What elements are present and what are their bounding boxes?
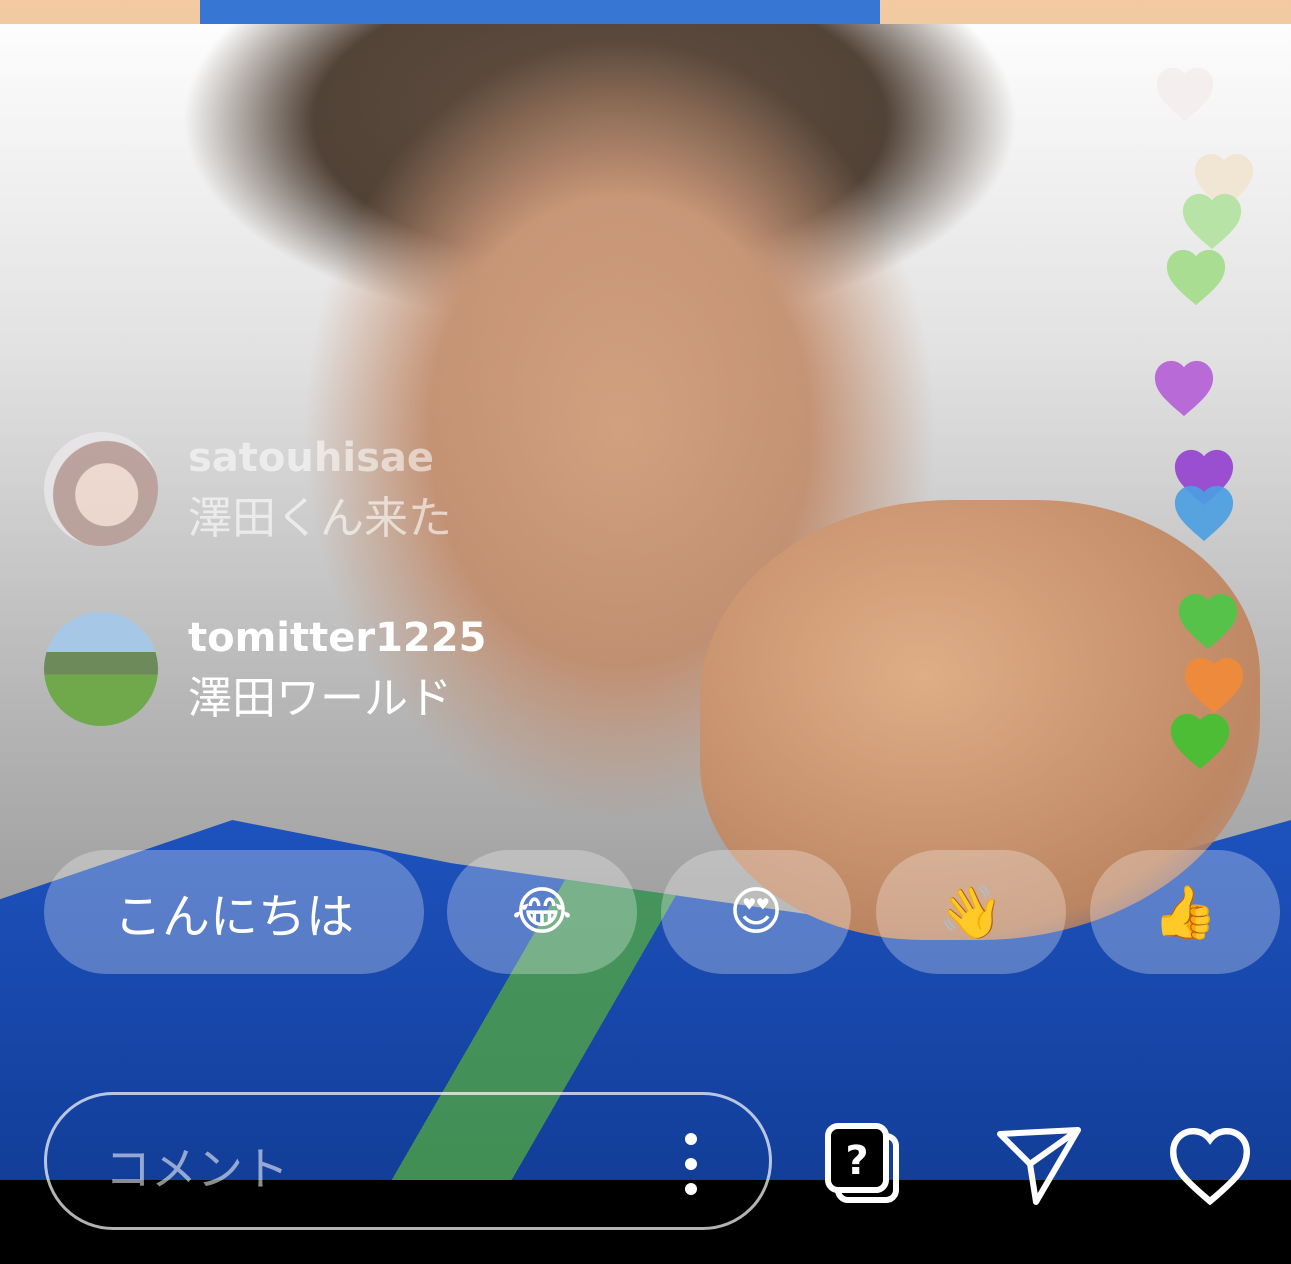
quick-reply-thumbs-up-button[interactable]: 👍 [1090, 850, 1280, 974]
avatar[interactable] [44, 432, 158, 546]
thumbs-up-emoji-icon: 👍 [1152, 882, 1218, 943]
laughing-emoji-icon: 😂 [511, 882, 573, 942]
comment-message: 澤田くん来た [188, 493, 452, 544]
quick-reply-heart-eyes-button[interactable]: 😍 [661, 850, 851, 974]
live-video [0, 0, 1291, 1180]
comment-placeholder: コメント [105, 1142, 289, 1196]
svg-text:?: ? [845, 1138, 868, 1184]
live-comment: tomitter1225 澤田ワールド [44, 612, 486, 732]
more-vertical-icon[interactable] [681, 1131, 701, 1197]
quick-reply-label: こんにちは [113, 889, 354, 945]
question-box-icon[interactable]: ? [824, 1122, 904, 1208]
quick-reply-wave-button[interactable]: 👋 [876, 850, 1066, 974]
quick-reply-hello-button[interactable]: こんにちは [44, 850, 424, 974]
avatar[interactable] [44, 612, 158, 726]
live-comment: satouhisae 澤田くん来た [44, 432, 452, 552]
heart-eyes-emoji-icon: 😍 [728, 882, 784, 942]
waving-hand-emoji-icon: 👋 [938, 882, 1004, 943]
paper-plane-icon[interactable] [994, 1124, 1084, 1208]
comment-message: 澤田ワールド [188, 673, 452, 724]
quick-reply-laugh-button[interactable]: 😂 [447, 850, 637, 974]
comment-input[interactable]: コメント [44, 1092, 772, 1230]
comment-username[interactable]: satouhisae [188, 430, 452, 486]
heart-outline-icon[interactable] [1162, 1120, 1258, 1208]
comment-username[interactable]: tomitter1225 [188, 610, 486, 666]
